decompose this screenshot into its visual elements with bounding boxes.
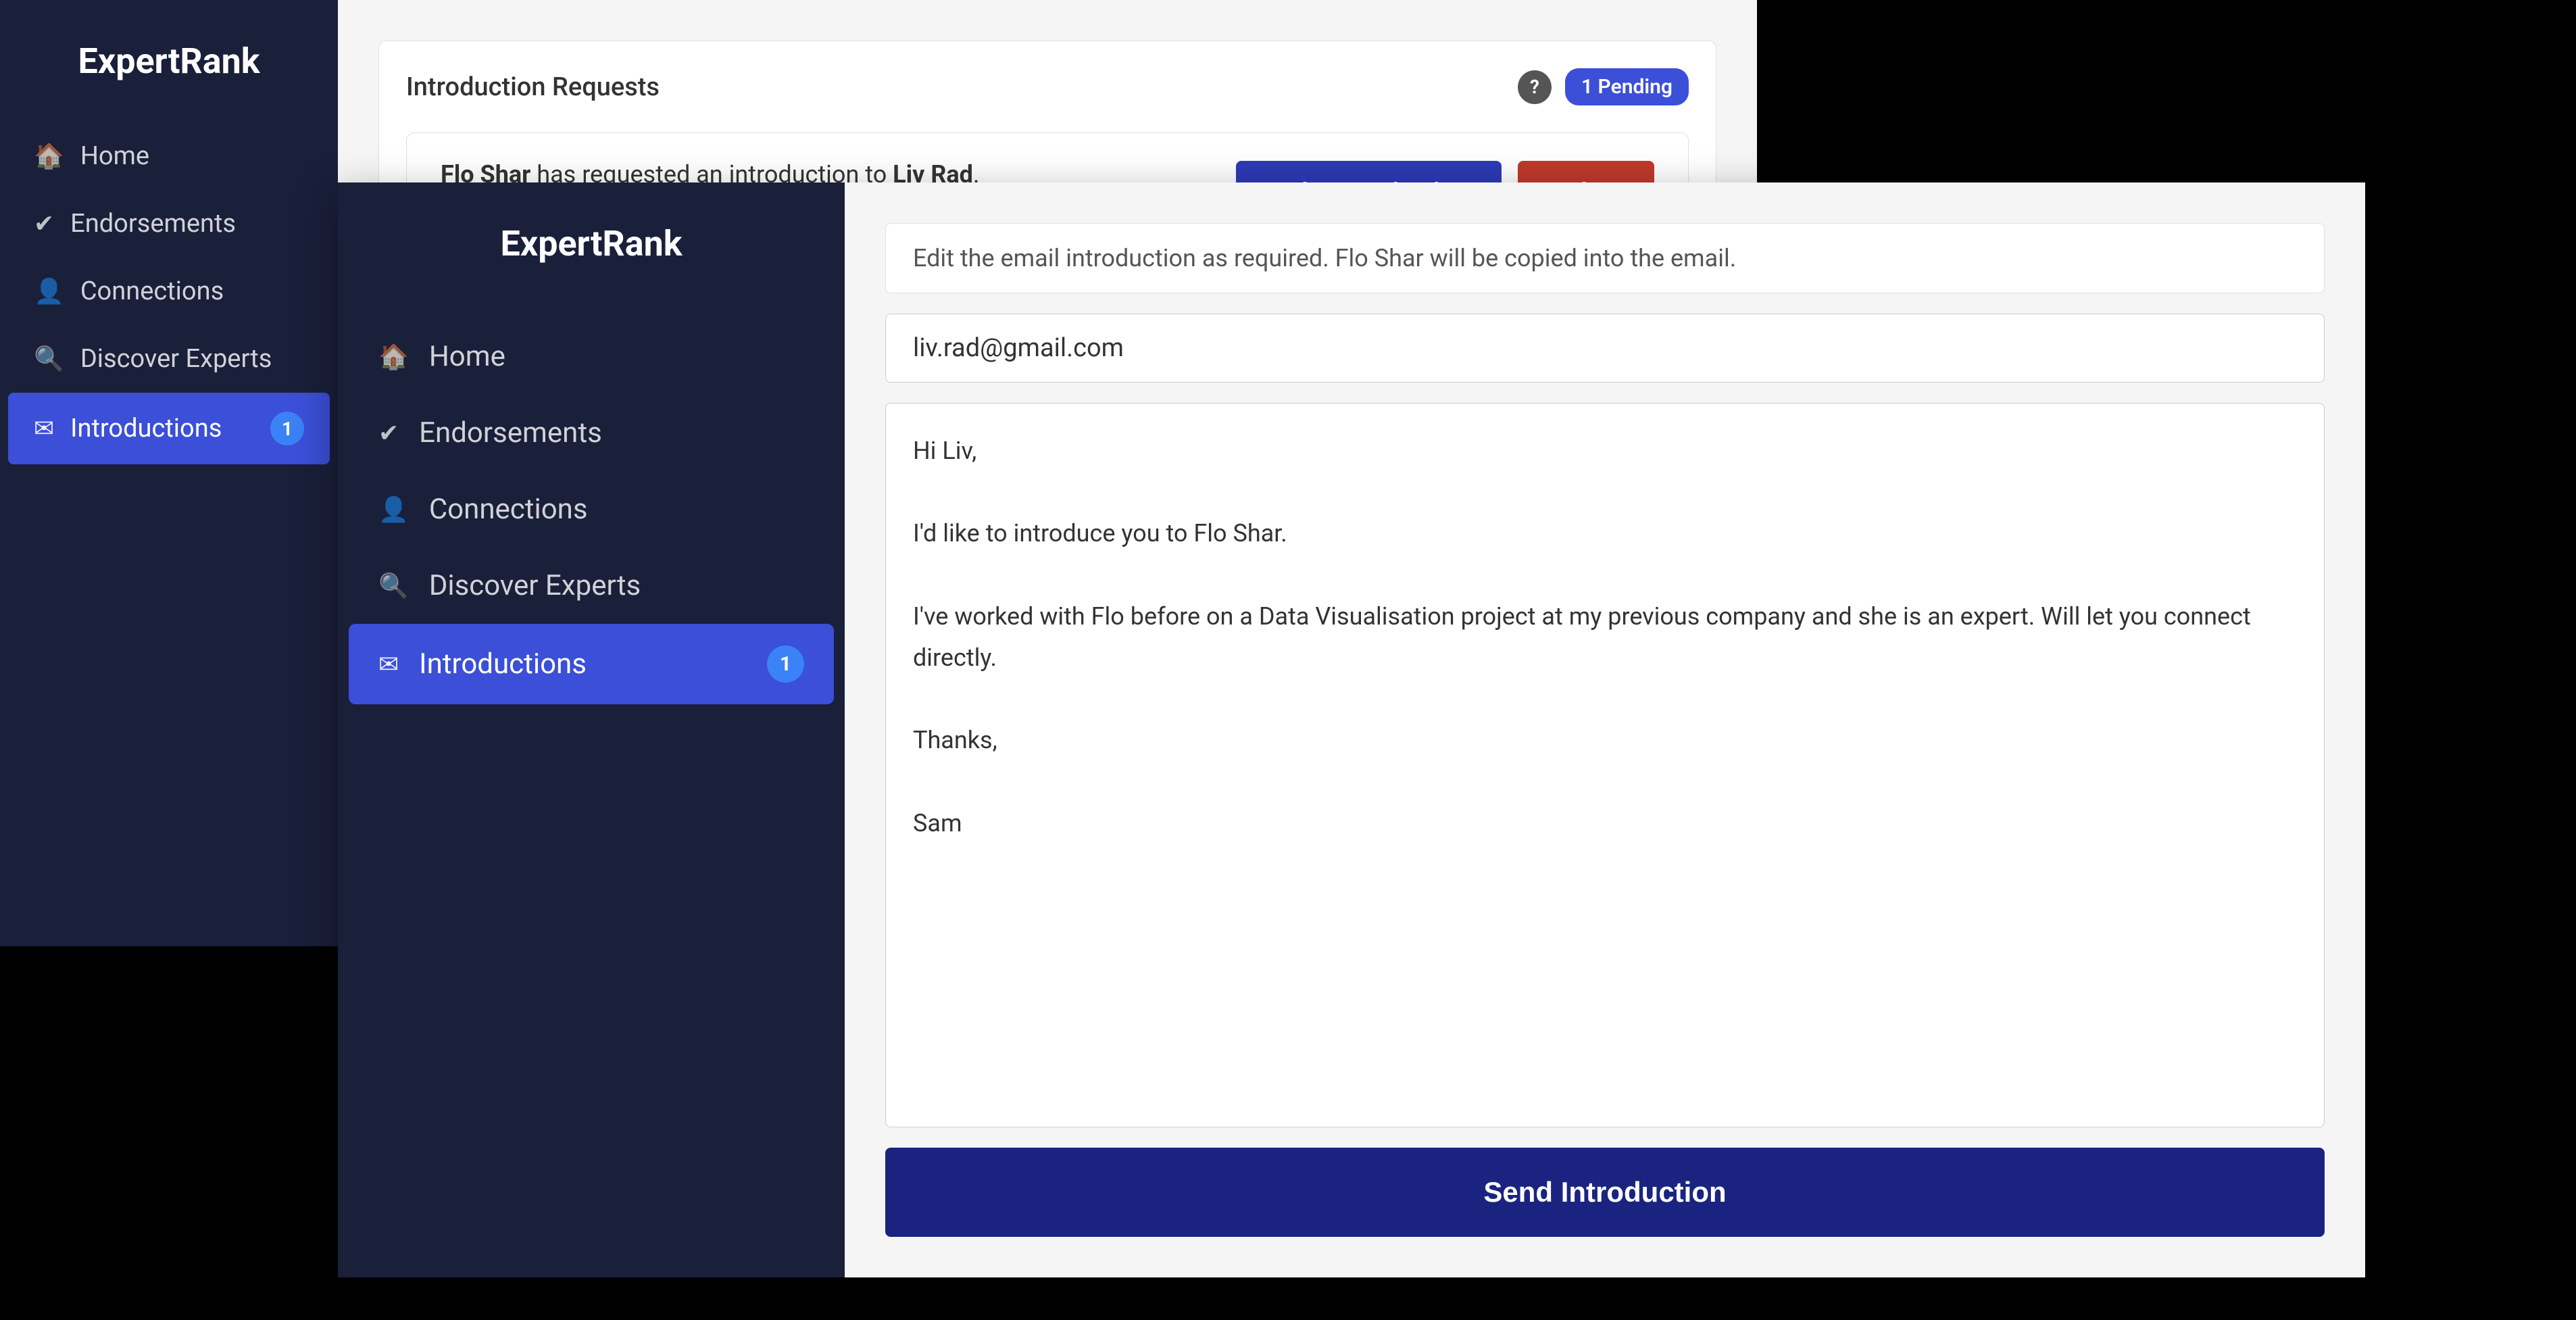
sidebar-item-home-front[interactable]: 🏠 Home: [338, 318, 845, 395]
send-introduction-button[interactable]: Send Introduction: [885, 1148, 2325, 1237]
discover-icon-front: 🔍: [378, 572, 409, 600]
introductions-label-back: Introductions: [70, 414, 222, 443]
introductions-icon-back: ✉: [34, 414, 54, 443]
card-header-back: Introduction Requests ? 1 Pending: [406, 68, 1689, 105]
introductions-label-front: Introductions: [419, 647, 587, 681]
connections-icon-front: 👤: [378, 495, 409, 524]
endorsements-icon-front: ✔: [378, 419, 399, 447]
endorsements-label-front: Endorsements: [419, 416, 602, 449]
main-content-front: Edit the email introduction as required.…: [845, 182, 2365, 1277]
sidebar-item-introductions-front[interactable]: ✉ Introductions 1: [349, 624, 834, 704]
home-icon-front: 🏠: [378, 343, 409, 371]
sidebar-item-endorsements-front[interactable]: ✔ Endorsements: [338, 395, 845, 471]
sidebar-item-discover-back[interactable]: 🔍 Discover Experts: [0, 325, 338, 393]
introductions-icon-front: ✉: [378, 650, 399, 679]
endorsements-label-back: Endorsements: [70, 209, 236, 239]
help-icon-back[interactable]: ?: [1518, 70, 1552, 104]
connections-label-back: Connections: [80, 276, 224, 306]
discover-label-front: Discover Experts: [429, 569, 641, 602]
brand-front: ExpertRank: [338, 210, 845, 318]
window-front: ExpertRank 🏠 Home ✔ Endorsements 👤 Conne…: [338, 182, 2365, 1277]
discover-label-back: Discover Experts: [80, 344, 272, 374]
sidebar-item-connections-back[interactable]: 👤 Connections: [0, 258, 338, 325]
sidebar-item-introductions-back[interactable]: ✉ Introductions 1: [8, 393, 330, 464]
sidebar-front: ExpertRank 🏠 Home ✔ Endorsements 👤 Conne…: [338, 182, 845, 1277]
pending-badge-back: 1 Pending: [1565, 68, 1689, 105]
sidebar-item-connections-front[interactable]: 👤 Connections: [338, 471, 845, 547]
endorsements-icon-back: ✔: [34, 210, 54, 238]
sidebar-item-discover-front[interactable]: 🔍 Discover Experts: [338, 547, 845, 624]
info-banner: Edit the email introduction as required.…: [885, 223, 2325, 293]
sidebar-item-home-back[interactable]: 🏠 Home: [0, 122, 338, 190]
introductions-badge-back: 1: [270, 412, 304, 445]
connections-icon-back: 👤: [34, 277, 64, 305]
header-right-back: ? 1 Pending: [1518, 68, 1689, 105]
home-label-front: Home: [429, 340, 505, 373]
sidebar-back: ExpertRank 🏠 Home ✔ Endorsements 👤 Conne…: [0, 0, 338, 946]
introductions-badge-front: 1: [767, 645, 804, 683]
email-to-field[interactable]: liv.rad@gmail.com: [885, 314, 2325, 383]
home-icon-back: 🏠: [34, 142, 64, 170]
email-body-field[interactable]: Hi Liv, I'd like to introduce you to Flo…: [885, 403, 2325, 1127]
sidebar-item-endorsements-back[interactable]: ✔ Endorsements: [0, 190, 338, 258]
card-title-back: Introduction Requests: [406, 72, 660, 102]
connections-label-front: Connections: [429, 493, 588, 526]
home-label-back: Home: [80, 141, 149, 171]
brand-back: ExpertRank: [0, 27, 338, 122]
discover-icon-back: 🔍: [34, 345, 64, 373]
